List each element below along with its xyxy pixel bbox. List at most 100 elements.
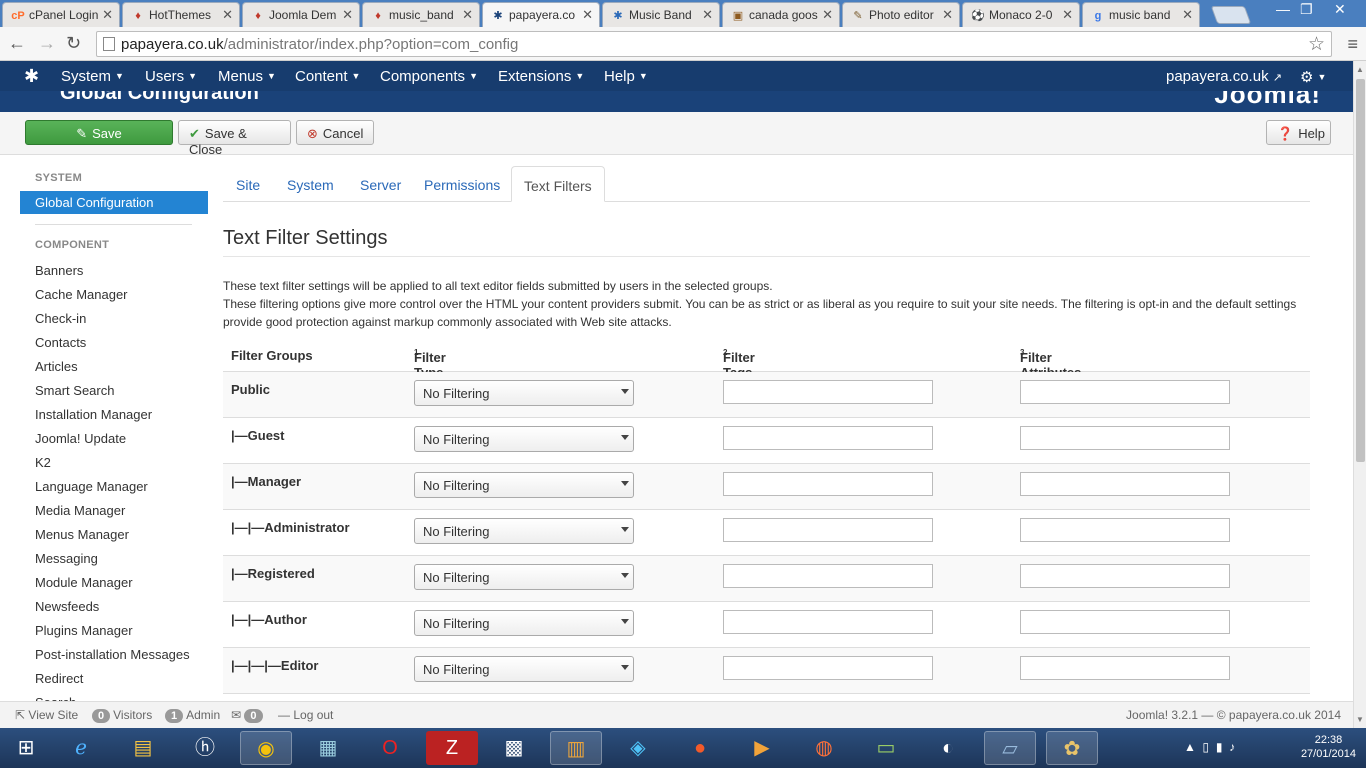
system-tray[interactable]: ▲ ▯ ▮ ♪ [1184, 740, 1235, 754]
filter-tags-input[interactable] [723, 656, 933, 680]
panda-icon[interactable]: ◐ [922, 731, 974, 765]
page-scrollbar[interactable]: ▲ ▼ [1353, 61, 1366, 728]
close-tab-icon[interactable]: ✕ [462, 7, 473, 23]
filter-tags-input[interactable] [723, 426, 933, 450]
back-icon[interactable]: ← [8, 33, 26, 54]
sidebar-item[interactable]: Menus Manager [35, 527, 129, 542]
start-button-icon[interactable]: ⊞ [0, 731, 52, 765]
tab-text-filters[interactable]: Text Filters [511, 166, 605, 202]
tab-server[interactable]: Server [360, 177, 401, 193]
close-tab-icon[interactable]: ✕ [942, 7, 953, 23]
sidebar-item[interactable]: Plugins Manager [35, 623, 133, 638]
scroll-up-icon[interactable]: ▲ [1356, 65, 1364, 74]
user-menu[interactable]: ⚙ ▼ [1300, 68, 1326, 86]
filter-type-select[interactable]: No Filtering [414, 564, 634, 590]
xbmc-icon[interactable]: ▭ [860, 731, 912, 765]
site-link[interactable]: papayera.co.uk ↗ [1166, 68, 1282, 85]
browser-tab[interactable]: ♦ Joomla Dem ✕ [242, 2, 360, 27]
arrow-app-icon[interactable]: ◈ [612, 731, 664, 765]
filter-tags-input[interactable] [723, 518, 933, 542]
sidebar-item[interactable]: Smart Search [35, 383, 114, 398]
paint-app-icon[interactable]: ▥ [550, 731, 602, 765]
close-window-icon[interactable]: ✕ [1334, 1, 1346, 18]
reload-icon[interactable]: ↻ [66, 33, 81, 54]
sidebar-item[interactable]: K2 [35, 455, 51, 470]
filter-attributes-input[interactable] [1020, 426, 1230, 450]
browser-tab[interactable]: g music band ✕ [1082, 2, 1200, 27]
tab-site[interactable]: Site [236, 177, 260, 193]
nav-users[interactable]: Users ▼ [145, 68, 197, 85]
sidebar-item[interactable]: Installation Manager [35, 407, 152, 422]
browser-tab[interactable]: ⚽ Monaco 2-0 ✕ [962, 2, 1080, 27]
sidebar-item[interactable]: Module Manager [35, 575, 133, 590]
browser-tab[interactable]: cP cPanel Login ✕ [2, 2, 120, 27]
restore-icon[interactable]: ❐ [1300, 1, 1313, 18]
browser-tab[interactable]: ✱ Music Band ✕ [602, 2, 720, 27]
filter-tags-input[interactable] [723, 564, 933, 588]
sidebar-item[interactable]: Redirect [35, 671, 83, 686]
tab-permissions[interactable]: Permissions [424, 177, 500, 193]
sidebar-item[interactable]: Cache Manager [35, 287, 128, 302]
forward-icon[interactable]: → [38, 33, 56, 54]
messages-status[interactable]: ✉ 0 [231, 708, 266, 723]
filter-type-select[interactable]: No Filtering [414, 380, 634, 406]
sidebar-item[interactable]: Banners [35, 263, 83, 278]
close-tab-icon[interactable]: ✕ [1182, 7, 1193, 23]
save-button[interactable]: ✎ Save [25, 120, 173, 145]
filter-attributes-input[interactable] [1020, 380, 1230, 404]
close-tab-icon[interactable]: ✕ [702, 7, 713, 23]
logout-link[interactable]: — Log out [278, 708, 333, 722]
nav-system[interactable]: System ▼ [61, 68, 124, 85]
film-icon[interactable]: ▩ [488, 731, 540, 765]
joomla-logo-icon[interactable]: ✱ [24, 66, 39, 87]
filter-tags-input[interactable] [723, 380, 933, 404]
browser-tab[interactable]: ✱ papayera.co ✕ [482, 2, 600, 27]
sidebar-item[interactable]: Articles [35, 359, 78, 374]
sidebar-item[interactable]: Joomla! Update [35, 431, 126, 446]
filter-type-select[interactable]: No Filtering [414, 610, 634, 636]
filter-tags-input[interactable] [723, 472, 933, 496]
browser-tab[interactable]: ✎ Photo editor ✕ [842, 2, 960, 27]
chrome-icon[interactable]: ◉ [240, 731, 292, 765]
sidebar-item-global-configuration[interactable]: Global Configuration [20, 191, 208, 214]
nav-content[interactable]: Content ▼ [295, 68, 360, 85]
scroll-down-icon[interactable]: ▼ [1356, 715, 1364, 724]
address-bar[interactable]: papayera.co.uk/administrator/index.php?o… [96, 31, 1332, 57]
internet-explorer-icon[interactable]: ℯ [55, 731, 107, 765]
url-text[interactable]: papayera.co.uk/administrator/index.php?o… [121, 36, 518, 53]
close-tab-icon[interactable]: ✕ [102, 7, 113, 23]
browser-menu-icon[interactable]: ≡ [1347, 34, 1358, 55]
cancel-button[interactable]: ⊗ Cancel [296, 120, 374, 145]
filter-type-select[interactable]: No Filtering [414, 472, 634, 498]
sidebar-item[interactable]: Post-installation Messages [35, 647, 190, 662]
nav-help[interactable]: Help ▼ [604, 68, 648, 85]
nav-components[interactable]: Components ▼ [380, 68, 478, 85]
filezilla-icon[interactable]: Z [426, 731, 478, 765]
tab-system[interactable]: System [287, 177, 334, 193]
paint-palette-icon[interactable]: ✿ [1046, 731, 1098, 765]
close-tab-icon[interactable]: ✕ [582, 7, 593, 23]
opera-icon[interactable]: O [364, 731, 416, 765]
sidebar-item[interactable]: Media Manager [35, 503, 125, 518]
notepad-icon[interactable]: ▱ [984, 731, 1036, 765]
minimize-icon[interactable]: — [1276, 1, 1290, 17]
sidebar-item[interactable]: Check-in [35, 311, 86, 326]
firefox-icon[interactable]: ◍ [798, 731, 850, 765]
filter-type-select[interactable]: No Filtering [414, 426, 634, 452]
filter-attributes-input[interactable] [1020, 472, 1230, 496]
file-explorer-icon[interactable]: ▤ [117, 731, 169, 765]
media-player-icon[interactable]: ▶ [736, 731, 788, 765]
filter-tags-input[interactable] [723, 610, 933, 634]
filter-attributes-input[interactable] [1020, 610, 1230, 634]
browser-tab[interactable]: ♦ HotThemes ✕ [122, 2, 240, 27]
sidebar-item[interactable]: Contacts [35, 335, 86, 350]
clock[interactable]: 22:38 27/01/2014 [1301, 733, 1356, 761]
nav-menus[interactable]: Menus ▼ [218, 68, 276, 85]
close-tab-icon[interactable]: ✕ [822, 7, 833, 23]
close-tab-icon[interactable]: ✕ [1062, 7, 1073, 23]
control-panel-icon[interactable]: ▦ [302, 731, 354, 765]
filter-type-select[interactable]: No Filtering [414, 518, 634, 544]
close-tab-icon[interactable]: ✕ [222, 7, 233, 23]
filter-type-select[interactable]: No Filtering [414, 656, 634, 682]
nav-extensions[interactable]: Extensions ▼ [498, 68, 584, 85]
